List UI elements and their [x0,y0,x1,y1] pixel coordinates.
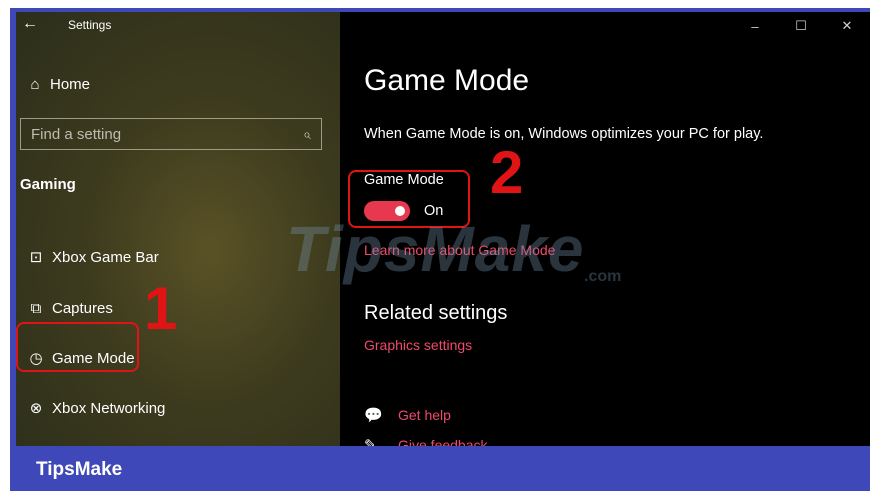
close-button[interactable]: ✕ [824,12,870,40]
section-title: Gaming [20,176,76,193]
related-settings-heading: Related settings [364,302,508,324]
help-icon: 💬 [364,407,383,424]
sidebar-item-label: Xbox Networking [52,399,166,417]
page-title: Game Mode [364,64,530,97]
home-label: Home [50,76,91,93]
window-controls: – ☐ ✕ [732,12,870,40]
settings-window: ← Settings ⌂ Home Find a setting ⌕ Gamin… [16,12,870,446]
minimize-button[interactable]: – [732,12,778,40]
back-arrow-icon[interactable]: ← [22,15,38,33]
learn-more-link[interactable]: Learn more about Game Mode [364,242,555,258]
graphics-settings-link[interactable]: Graphics settings [364,337,472,353]
give-feedback-link[interactable]: ✎ Give feedback [364,436,488,446]
get-help-link[interactable]: 💬 Get help [364,406,451,424]
footer-brand: TipsMake [36,459,123,480]
sidebar-item-xbox-networking[interactable]: ⊗ Xbox Networking [20,393,166,423]
step-number-2: 2 [490,139,524,206]
toggle-label: Game Mode [364,172,444,188]
sidebar-item-xbox-game-bar[interactable]: ⊡ Xbox Game Bar [20,242,159,272]
app-title: Settings [68,18,112,32]
search-input[interactable]: Find a setting [31,126,121,143]
step-number-1: 1 [144,275,178,342]
sidebar-item-label: Captures [52,299,113,317]
content-pane: – ☐ ✕ Game Mode When Game Mode is on, Wi… [340,12,870,446]
maximize-button[interactable]: ☐ [778,12,824,40]
sidebar: ← Settings ⌂ Home Find a setting ⌕ Gamin… [16,12,340,446]
xbox-game-bar-icon: ⊡ [29,249,43,266]
toggle-state-text: On [424,203,444,219]
feedback-icon: ✎ [364,437,377,446]
xbox-icon: ⊗ [29,400,43,417]
sidebar-item-home[interactable]: ⌂ Home [20,76,90,93]
home-icon: ⌂ [30,76,40,93]
get-help-label: Get help [398,407,451,423]
game-mode-toggle[interactable] [364,201,410,221]
page-description: When Game Mode is on, Windows optimizes … [364,126,764,142]
toggle-knob [395,206,405,216]
captures-icon: ⧉ [30,299,42,317]
sidebar-item-label: Xbox Game Bar [52,248,159,266]
search-box[interactable]: Find a setting ⌕ [20,118,322,150]
give-feedback-label: Give feedback [398,437,488,446]
callout-box-1 [16,322,139,372]
sidebar-item-captures[interactable]: ⧉ Captures [20,293,113,323]
search-icon: ⌕ [303,125,311,142]
